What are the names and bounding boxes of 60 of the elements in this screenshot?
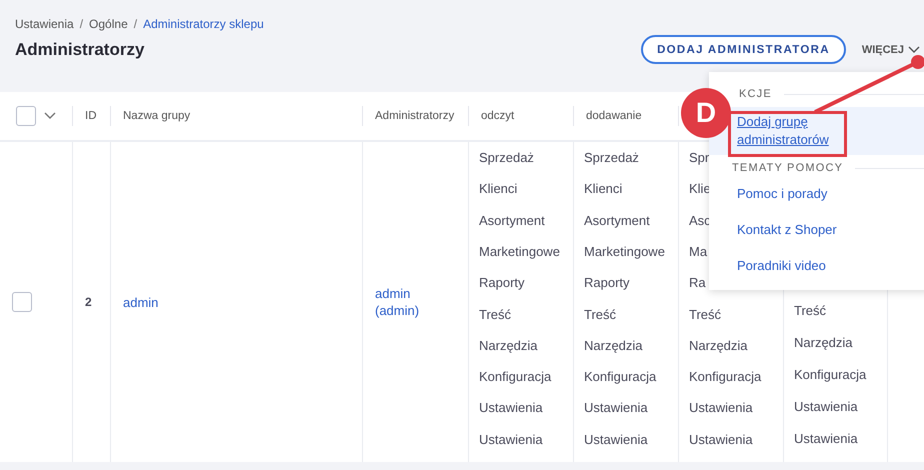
permission-text: Ustawienia: [794, 430, 858, 448]
table-cell: 2: [85, 295, 92, 309]
permission-text: Treść: [479, 306, 512, 324]
permission-text: Treść: [794, 302, 826, 320]
permission-text: Konfiguracja: [479, 368, 552, 386]
permission-text: Asc: [689, 212, 711, 230]
chevron-icon[interactable]: [44, 112, 56, 120]
permission-text: Asortyment: [584, 212, 650, 230]
permission-text: Raporty: [479, 274, 525, 292]
permission-text: Sprzedaż: [584, 149, 639, 168]
breadcrumb-link[interactable]: Ogólne: [89, 17, 128, 31]
permission-text: Ustawienia: [479, 399, 543, 418]
more-button[interactable]: WIĘCEJ: [856, 35, 924, 64]
select-all-checkbox[interactable]: [16, 106, 36, 126]
permission-text: Sprzedaż: [479, 149, 534, 168]
permission-text: Narzędzia: [479, 336, 538, 355]
permission-text: Narzędzia: [794, 334, 853, 352]
column-header: odczyt: [481, 110, 514, 122]
permission-text: Konfiguracja: [689, 368, 762, 386]
breadcrumb-link[interactable]: Administratorzy sklepu: [143, 17, 264, 31]
permission-text: Ma: [689, 242, 708, 261]
column-header: Administratorzy: [375, 110, 454, 122]
section-title: TEMATY POMOCY: [732, 162, 844, 174]
permission-text: Klienci: [479, 180, 518, 198]
row-checkbox[interactable]: [12, 292, 32, 312]
column-header: Nazwa grupy: [123, 110, 190, 122]
permission-text: Ustawienia: [689, 430, 753, 449]
breadcrumb-separator: /: [134, 17, 138, 31]
page-title: Administratorzy: [15, 40, 146, 60]
chevron-icon: [908, 46, 920, 54]
permission-text: Marketingowe: [584, 242, 665, 261]
column-header: dodawanie: [586, 110, 642, 122]
permission-text: Ustawienia: [794, 398, 858, 416]
section-title: KCJE: [739, 88, 772, 100]
permission-text: Ustawienia: [689, 399, 753, 418]
group-link[interactable]: admin: [123, 294, 158, 310]
permission-text: Treść: [689, 306, 722, 324]
permission-text: Ustawienia: [479, 430, 543, 449]
permission-text: Ra: [689, 274, 706, 292]
menu-item[interactable]: Pomoc i porady: [709, 181, 924, 207]
permission-text: Klie: [689, 180, 711, 198]
add-admin-button[interactable]: DODAJ ADMINISTRATORA: [641, 35, 846, 64]
permission-text: Narzędzia: [689, 336, 748, 355]
breadcrumb-separator: /: [80, 17, 84, 31]
permission-text: Konfiguracja: [584, 368, 656, 386]
permission-text: Konfiguracja: [794, 366, 866, 384]
menu-item[interactable]: Kontakt z Shoper: [709, 217, 924, 243]
permission-text: Marketingowe: [479, 242, 560, 261]
permission-text: Asortyment: [479, 212, 545, 230]
permission-text: Ustawienia: [584, 430, 648, 449]
permission-text: Raporty: [584, 274, 630, 292]
admin-link[interactable]: admin (admin): [375, 285, 435, 319]
permission-text: Spr: [689, 149, 710, 168]
column-header: ID: [85, 110, 96, 122]
permission-text: Ustawienia: [584, 399, 648, 418]
permission-text: Klienci: [584, 180, 622, 198]
permission-text: Narzędzia: [584, 336, 643, 355]
breadcrumb-link[interactable]: Ustawienia: [15, 17, 74, 31]
menu-item[interactable]: Poradniki video: [709, 253, 924, 279]
permission-text: Treść: [584, 306, 616, 324]
